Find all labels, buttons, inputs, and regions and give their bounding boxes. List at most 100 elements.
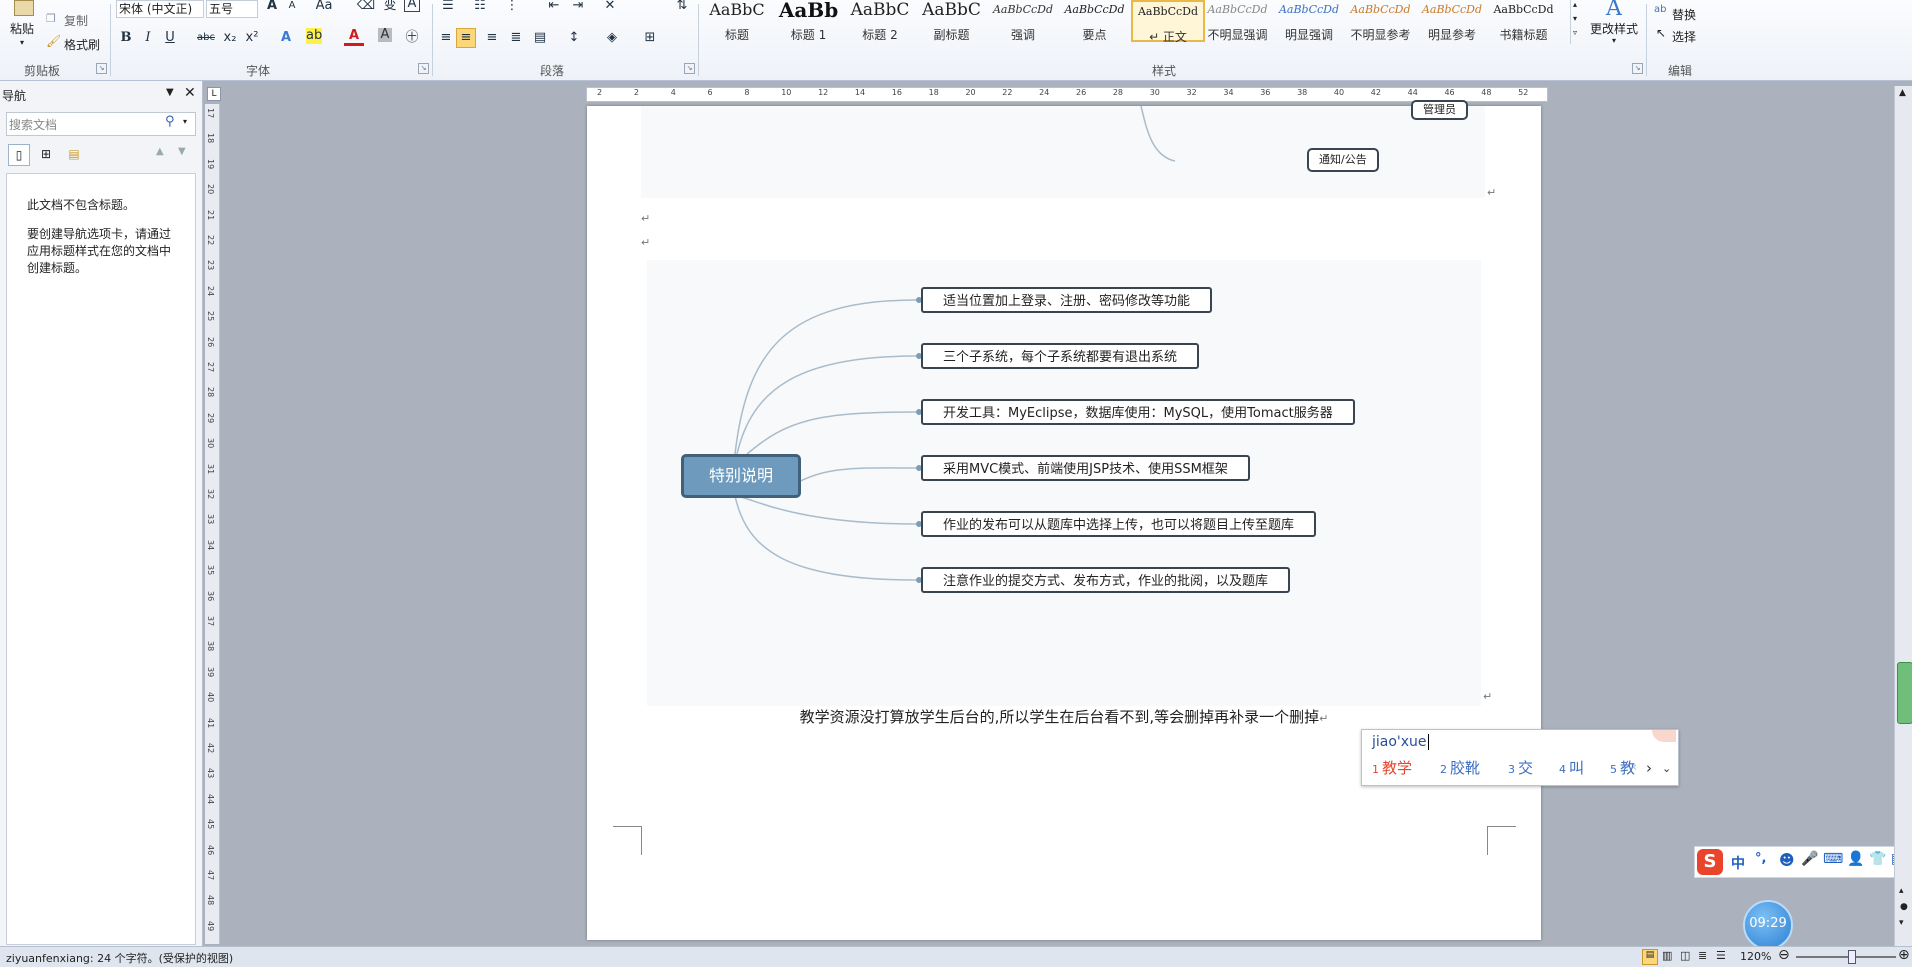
- multilevel-list-button[interactable]: ⋮: [502, 0, 522, 16]
- justify-button[interactable]: ≣: [506, 28, 526, 48]
- next-icon[interactable]: ▼: [178, 146, 186, 157]
- tab-pages[interactable]: ⊞: [36, 144, 56, 164]
- previous-icon[interactable]: ▲: [156, 146, 164, 157]
- shrink-font-button[interactable]: A: [282, 0, 302, 16]
- distributed-button[interactable]: ▤: [530, 28, 550, 48]
- bold-button[interactable]: B: [116, 28, 136, 48]
- chevron-up-icon[interactable]: ▲: [1899, 88, 1906, 98]
- sort-button[interactable]: ⇅: [672, 0, 692, 16]
- style-item-9[interactable]: AaBbCcDd 不明显参考: [1346, 0, 1416, 42]
- search-input[interactable]: 搜索文档 ⚲ ▾: [6, 112, 196, 136]
- style-item-10[interactable]: AaBbCcDd 明显参考: [1417, 0, 1487, 42]
- full-screen-view-button[interactable]: ▥: [1662, 949, 1672, 962]
- char-shading-button[interactable]: A: [378, 28, 392, 42]
- char-border-button[interactable]: A: [404, 0, 420, 12]
- select-button[interactable]: ↖ 选择: [1654, 26, 1714, 44]
- close-icon[interactable]: ✕: [184, 85, 196, 101]
- style-item-7[interactable]: AaBbCcDd 不明显强调: [1203, 0, 1273, 42]
- ime-candidate[interactable]: 2 胶靴: [1440, 757, 1480, 778]
- styles-launcher[interactable]: ↘: [1632, 63, 1643, 74]
- ime-punct-toggle[interactable]: °,: [1755, 851, 1766, 866]
- font-name-select[interactable]: 宋体 (中文正): [116, 0, 204, 18]
- font-launcher[interactable]: ↘: [418, 63, 429, 74]
- style-item-3[interactable]: AaBbC 副标题: [917, 0, 987, 42]
- search-icon[interactable]: ⚲: [165, 114, 175, 129]
- style-item-1[interactable]: AaBb 标题 1: [774, 0, 844, 42]
- align-left-button[interactable]: ≡: [436, 28, 456, 48]
- paste-button[interactable]: 粘贴 ▾: [6, 0, 40, 50]
- keyboard-icon[interactable]: ⌨: [1823, 851, 1843, 867]
- zoom-slider-thumb[interactable]: [1848, 950, 1856, 964]
- outline-view-button[interactable]: ≣: [1698, 949, 1707, 962]
- chevron-left-icon[interactable]: ‹: [1632, 760, 1637, 775]
- format-painter-button[interactable]: 🖌 格式刷: [46, 34, 106, 52]
- tab-results[interactable]: ▤: [64, 144, 84, 164]
- clear-format-button[interactable]: ⌫: [356, 0, 376, 16]
- ruler-toggle[interactable]: L: [207, 87, 221, 101]
- enclose-char-button[interactable]: ㊉: [402, 28, 422, 48]
- align-right-button[interactable]: ≡: [482, 28, 502, 48]
- bullets-button[interactable]: ☰: [438, 0, 458, 16]
- change-styles-button[interactable]: A 更改样式 ▾: [1586, 0, 1640, 52]
- text-effects-button[interactable]: A: [276, 28, 296, 48]
- zoom-in-icon[interactable]: ⊕: [1898, 947, 1910, 963]
- chinese-layout-button[interactable]: ✕: [600, 0, 620, 16]
- draft-view-button[interactable]: ☰: [1716, 949, 1726, 962]
- style-item-5[interactable]: AaBbCcDd 要点: [1060, 0, 1130, 42]
- copy-button[interactable]: ❐ 复制: [46, 10, 106, 28]
- gallery-scroll[interactable]: ▴ ▾ ▿: [1570, 0, 1583, 44]
- style-item-2[interactable]: AaBbC 标题 2: [845, 0, 915, 42]
- font-size-select[interactable]: 五号: [206, 0, 258, 18]
- highlight-button[interactable]: ab: [306, 28, 322, 44]
- zoom-level[interactable]: 120%: [1740, 950, 1771, 963]
- font-color-button[interactable]: A: [344, 28, 364, 46]
- tab-headings[interactable]: ▯: [8, 144, 30, 166]
- body-paragraph[interactable]: 教学资源没打算放学生后台的,所以学生在后台看不到,等会删掉再补录一个删掉↵: [587, 706, 1541, 727]
- grow-font-button[interactable]: A: [262, 0, 282, 16]
- line-spacing-button[interactable]: ↕: [564, 28, 584, 48]
- underline-button[interactable]: U: [160, 28, 180, 48]
- ime-lang-toggle[interactable]: 中: [1731, 853, 1745, 873]
- replace-button[interactable]: ab 替换: [1654, 4, 1714, 22]
- align-center-button[interactable]: ≡: [456, 28, 476, 48]
- nav-menu-icon[interactable]: ▼: [166, 87, 174, 98]
- microphone-icon[interactable]: 🎤: [1801, 851, 1818, 867]
- mindmap-image-top[interactable]: 管理员 通知/公告: [641, 100, 1485, 198]
- sogou-logo-icon[interactable]: S: [1697, 849, 1723, 875]
- phonetic-guide-button[interactable]: 变: [380, 0, 400, 16]
- document-page[interactable]: 管理员 通知/公告 ↵ ↵ ↵ 特别说明 适当位置加上登录、注册、密码修改等功能…: [587, 100, 1541, 940]
- scrollbar-thumb[interactable]: [1897, 662, 1912, 724]
- emoji-icon[interactable]: ☻: [1779, 851, 1795, 869]
- select-browse-icon[interactable]: ●: [1900, 902, 1908, 912]
- ime-candidate[interactable]: 1 教学: [1372, 757, 1412, 778]
- vertical-scrollbar[interactable]: ▲ ▴ ● ▾: [1894, 86, 1912, 946]
- ime-candidate[interactable]: 3交: [1508, 757, 1533, 778]
- increase-indent-button[interactable]: ⇥: [568, 0, 588, 16]
- chevron-down-icon[interactable]: ▾: [183, 117, 187, 126]
- zoom-slider[interactable]: [1796, 950, 1896, 964]
- paragraph-launcher[interactable]: ↘: [684, 63, 695, 74]
- style-item-4[interactable]: AaBbCcDd 强调: [988, 0, 1058, 42]
- mindmap-image[interactable]: 特别说明 适当位置加上登录、注册、密码修改等功能 三个子系统，每个子系统都要有退出…: [647, 260, 1481, 706]
- vertical-ruler[interactable]: 17 18 19 20 21 22 23 24 25 26 27 28 29 30 31 32 33 34 35 36…: [205, 104, 220, 944]
- superscript-button[interactable]: x²: [242, 28, 262, 48]
- skin-icon[interactable]: 👕: [1869, 851, 1886, 867]
- change-case-button[interactable]: Aa: [314, 0, 334, 16]
- strikethrough-button[interactable]: abc: [196, 28, 216, 48]
- ime-candidate[interactable]: 4叫: [1559, 757, 1584, 778]
- clipboard-launcher[interactable]: ↘: [96, 63, 107, 74]
- web-view-button[interactable]: ◫: [1680, 949, 1690, 962]
- print-layout-view-button[interactable]: ▤: [1642, 949, 1658, 965]
- style-item-6[interactable]: AaBbCcDd ↵ 正文: [1131, 0, 1205, 44]
- previous-page-icon[interactable]: ▴: [1899, 886, 1904, 896]
- horizontal-ruler[interactable]: 2 2 4 6 8 10 12 14 16 18 20 22 24 26 28 30 32 34 36 38 40 42 4…: [586, 87, 1548, 102]
- style-item-11[interactable]: AaBbCcDd 书籍标题: [1489, 0, 1559, 42]
- numbering-button[interactable]: ☷: [470, 0, 490, 16]
- italic-button[interactable]: I: [138, 28, 158, 48]
- style-item-8[interactable]: AaBbCcDd 明显强调: [1274, 0, 1344, 42]
- style-item-0[interactable]: AaBbC 标题: [702, 0, 772, 42]
- user-icon[interactable]: 👤: [1847, 851, 1864, 867]
- subscript-button[interactable]: x₂: [220, 28, 240, 48]
- zoom-out-icon[interactable]: ⊖: [1778, 947, 1790, 963]
- borders-button[interactable]: ⊞: [640, 28, 660, 48]
